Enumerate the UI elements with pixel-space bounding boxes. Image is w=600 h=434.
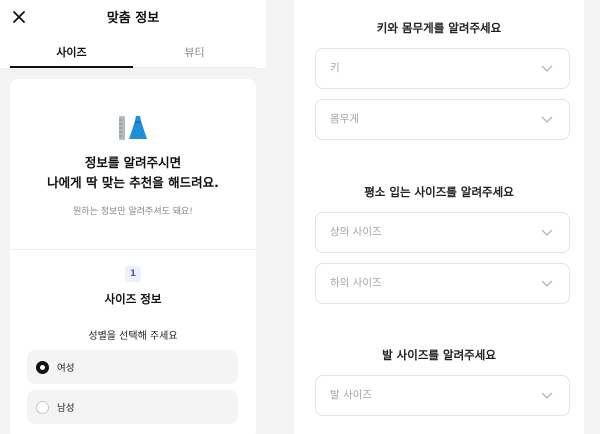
chevron-down-icon: [541, 116, 553, 123]
active-tab-indicator: [10, 66, 133, 68]
size-info-panel: 맞춤 정보 사이즈 뷰티 정보를 알려주시면 나에게 딱 맞는 추천을 해드려요…: [0, 0, 266, 434]
intro-title: 정보를 알려주시면 나에게 딱 맞는 추천을 해드려요.: [10, 153, 256, 193]
intro-title-line2: 나에게 딱 맞는 추천을 해드려요.: [47, 175, 219, 190]
shoe-size-placeholder: 발 사이즈: [330, 389, 372, 401]
height-weight-title: 키와 몸무게를 알려주세요: [376, 21, 502, 35]
top-bar: 맞춤 정보 사이즈 뷰티: [0, 0, 266, 68]
clothing-icon: [119, 116, 147, 140]
gender-option-label: 여성: [57, 363, 75, 374]
step-number-badge: 1: [125, 266, 141, 282]
gender-option-male[interactable]: 남성: [27, 390, 238, 424]
top-size-placeholder: 상의 사이즈: [330, 226, 382, 238]
gender-option-label: 남성: [57, 403, 75, 414]
step-title: 사이즈 정보: [104, 292, 162, 306]
intro-card: 정보를 알려주시면 나에게 딱 맞는 추천을 해드려요. 원하는 정보만 알려주…: [10, 79, 256, 434]
divider: [10, 249, 256, 250]
top-size-select[interactable]: 상의 사이즈: [315, 212, 570, 253]
intro-subtitle: 원하는 정보만 알려주셔도 돼요!: [73, 207, 193, 217]
tab-beauty[interactable]: 뷰티: [133, 44, 256, 60]
shoe-size-select[interactable]: 발 사이즈: [315, 375, 570, 416]
chevron-down-icon: [541, 229, 553, 236]
weight-select[interactable]: 몸무게: [315, 99, 570, 140]
usual-size-title: 평소 입는 사이즈를 알려주세요: [364, 185, 514, 199]
weight-placeholder: 몸무게: [330, 113, 359, 125]
height-placeholder: 키: [330, 62, 340, 74]
radio-unselected-icon: [36, 400, 49, 414]
gender-option-female[interactable]: 여성: [27, 350, 238, 384]
tab-divider: [133, 67, 256, 68]
chevron-down-icon: [541, 65, 553, 72]
radio-selected-icon: [36, 360, 49, 374]
chevron-down-icon: [541, 280, 553, 287]
chevron-down-icon: [541, 392, 553, 399]
bottom-size-placeholder: 하의 사이즈: [330, 277, 382, 289]
intro-title-line1: 정보를 알려주시면: [84, 155, 182, 170]
measurements-panel: 키와 몸무게를 알려주세요 키 몸무게 평소 입는 사이즈를 알려주세요 상의 …: [294, 0, 584, 434]
gender-prompt: 성별을 선택해 주세요: [88, 331, 178, 342]
bottom-size-select[interactable]: 하의 사이즈: [315, 263, 570, 304]
page-title: 맞춤 정보: [106, 11, 160, 26]
shoe-size-title: 발 사이즈를 알려주세요: [382, 348, 496, 362]
tab-size[interactable]: 사이즈: [10, 44, 133, 60]
height-select[interactable]: 키: [315, 48, 570, 89]
